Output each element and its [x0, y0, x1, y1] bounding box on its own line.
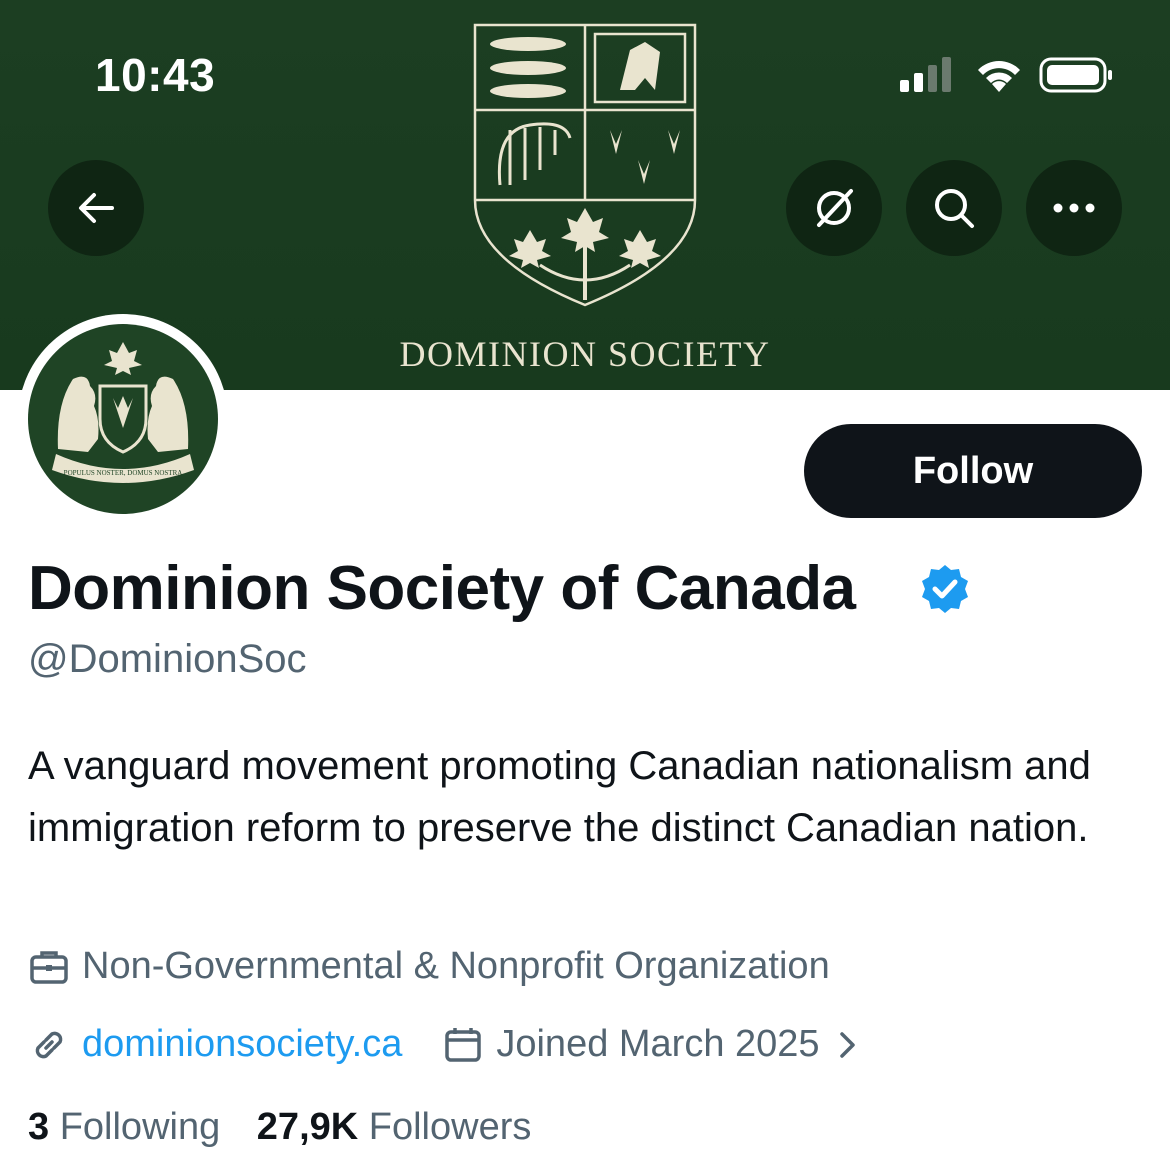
status-time: 10:43 [95, 49, 216, 101]
grok-button[interactable] [786, 160, 882, 256]
chevron-right-icon[interactable] [838, 1030, 858, 1060]
followers-label: Followers [368, 1106, 532, 1148]
wifi-icon [978, 61, 1020, 92]
verified-badge-icon[interactable] [918, 562, 972, 616]
avatar[interactable]: POPULUS NOSTER, DOMUS NOSTRA [28, 324, 218, 514]
category-label: Non-Governmental & Nonprofit Organizatio… [82, 945, 830, 987]
joined-date[interactable]: Joined March 2025 [496, 1023, 819, 1066]
follow-stats: 3 Following 27,9K Followers [28, 1106, 531, 1149]
display-name: Dominion Society of Canada [28, 554, 856, 623]
battery-icon [1039, 57, 1112, 93]
signal-icon [900, 57, 951, 92]
search-icon [935, 189, 974, 228]
category-row: Non-Governmental & Nonprofit Organizatio… [28, 945, 830, 988]
website-joined-row: dominionsociety.ca Joined March 2025 [28, 1023, 858, 1066]
follow-button[interactable]: Follow [804, 424, 1142, 518]
followers-count: 27,9K [256, 1106, 359, 1148]
followers-link[interactable]: 27,9K Followers [257, 1106, 532, 1148]
more-button[interactable] [1026, 160, 1122, 256]
handle: @DominionSoc [28, 637, 307, 681]
avatar-motto: POPULUS NOSTER, DOMUS NOSTRA [64, 469, 183, 477]
briefcase-icon [30, 950, 68, 984]
following-link[interactable]: 3 Following [28, 1106, 220, 1148]
status-icons [900, 57, 1112, 93]
calendar-icon [445, 1027, 482, 1062]
link-icon [35, 1031, 63, 1058]
website-link[interactable]: dominionsociety.ca [82, 1023, 402, 1066]
slashed-circle-icon [817, 189, 853, 227]
back-button[interactable] [48, 160, 144, 256]
search-button[interactable] [906, 160, 1002, 256]
arrow-left-icon [79, 193, 114, 223]
avatar-emblem: POPULUS NOSTER, DOMUS NOSTRA [52, 342, 194, 483]
coat-of-arms-emblem [473, 23, 697, 307]
following-label: Following [59, 1106, 221, 1148]
bio: A vanguard movement promoting Canadian n… [28, 744, 1091, 850]
more-horizontal-icon [1053, 203, 1095, 213]
following-count: 3 [28, 1106, 50, 1148]
